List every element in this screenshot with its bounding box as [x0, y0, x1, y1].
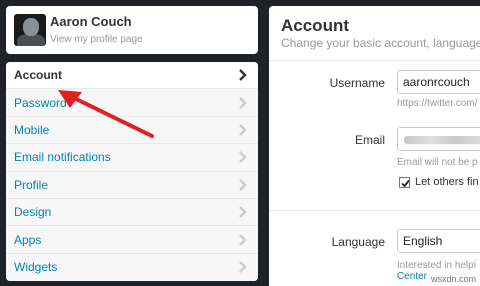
email-label: Email	[354, 133, 385, 147]
chevron-right-icon	[238, 261, 248, 274]
avatar[interactable]	[14, 14, 46, 46]
nav-item-label: Widgets	[14, 260, 58, 275]
page-title: Account	[281, 16, 349, 35]
nav-item-profile[interactable]: Profile	[6, 171, 258, 199]
language-label: Language	[331, 235, 385, 249]
redacted-email	[404, 136, 480, 144]
chevron-right-icon	[238, 233, 248, 246]
username-field[interactable]: aaronrcouch	[397, 70, 480, 94]
watermark: wsxdn.com	[430, 274, 476, 284]
chevron-right-icon	[238, 206, 248, 218]
language-hint: Interested in helpi	[397, 260, 476, 271]
nav-item-label: Email notifications	[14, 150, 111, 165]
nav-item-email-notifications[interactable]: Email notifications	[6, 144, 258, 172]
nav-item-label: Mobile	[14, 122, 50, 137]
nav-item-apps[interactable]: Apps	[6, 226, 258, 254]
nav-item-design[interactable]: Design	[6, 198, 258, 227]
discoverable-label: Let others fin	[415, 176, 479, 188]
email-hint: Email will not be p	[397, 157, 478, 168]
profile-name[interactable]: Aaron Couch	[50, 14, 132, 29]
chevron-right-icon	[238, 124, 248, 136]
chevron-right-icon	[238, 178, 248, 191]
chevron-right-icon	[238, 96, 248, 109]
username-label: Username	[329, 76, 385, 90]
divider	[269, 210, 480, 211]
divider	[269, 60, 480, 61]
chevron-right-icon	[238, 151, 248, 164]
profile-card[interactable]: Aaron Couch View my profile page	[6, 6, 258, 54]
annotation-arrow	[58, 90, 154, 138]
language-select[interactable]: English	[397, 229, 480, 253]
username-hint: https://twitter.com/	[397, 98, 478, 109]
nav-item-widgets[interactable]: Widgets	[6, 253, 258, 281]
email-field[interactable]	[397, 127, 480, 151]
chevron-right-icon	[238, 69, 248, 82]
view-profile-link[interactable]: View my profile page	[50, 34, 143, 45]
nav-item-label: Account	[14, 68, 62, 83]
discoverable-checkbox[interactable]	[399, 177, 410, 188]
page-subtitle: Change your basic account, language, T	[281, 36, 480, 50]
nav-item-label: Profile	[14, 177, 49, 192]
translation-center-link[interactable]: Center	[397, 271, 427, 282]
check-icon	[401, 179, 410, 188]
nav-item-label: Apps	[14, 232, 42, 247]
nav-item-label: Design	[14, 205, 52, 220]
settings-sidebar: Aaron Couch View my profile page Account…	[6, 6, 258, 281]
account-settings-panel: Account Change your basic account, langu…	[269, 6, 480, 286]
